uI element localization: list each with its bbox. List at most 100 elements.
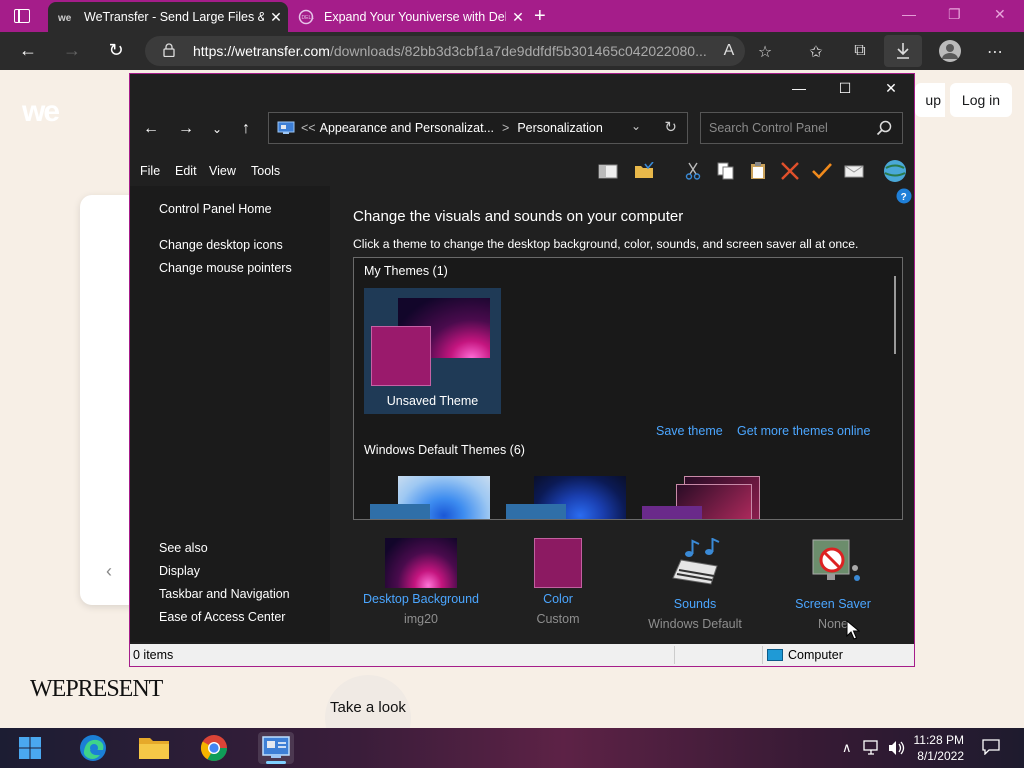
close-window-icon[interactable]: ✕ [868,80,914,97]
log-in-button[interactable]: Log in [950,83,1012,117]
search-box[interactable] [700,112,903,144]
desktop-background-setting[interactable]: Desktop Background img20 [351,538,491,626]
help-icon[interactable]: ? [896,188,912,204]
screen-saver-label[interactable]: Screen Saver [763,597,903,611]
menu-edit[interactable]: Edit [175,164,197,178]
tab-wetransfer[interactable]: we WeTransfer - Send Large Files & ✕ [48,2,288,32]
wepresent-logo[interactable]: WEPRESENT [30,676,163,703]
display-link[interactable]: Display [159,564,200,578]
theme-unsaved[interactable]: Unsaved Theme [364,288,501,414]
desktop-background-label[interactable]: Desktop Background [351,592,491,606]
carousel-prev-icon[interactable]: ‹ [106,561,112,582]
theme-label: Unsaved Theme [386,394,479,408]
folder-icon [139,738,169,759]
collections-icon[interactable]: ⧉ [847,42,873,60]
menu-tools[interactable]: Tools [251,164,280,178]
color-setting[interactable]: Color Custom [488,538,628,626]
more-options-icon[interactable]: ⋯ [982,42,1008,62]
taskbar-edge[interactable] [75,732,111,764]
up-arrow-icon[interactable]: ↑ [236,120,256,138]
profile-avatar-icon[interactable] [938,39,962,63]
recent-locations-chevron-icon[interactable]: ⌄ [207,122,227,136]
back-arrow-icon[interactable]: ← [141,120,161,138]
sounds-label[interactable]: Sounds [625,597,765,611]
menu-file[interactable]: File [140,164,160,178]
chevron-down-icon[interactable]: ⌄ [631,119,641,133]
forward-arrow-icon[interactable]: → [176,120,196,138]
search-icon[interactable] [876,120,892,136]
clock-time: 11:28 PM [913,733,964,747]
globe-icon[interactable] [882,159,908,183]
menu-view[interactable]: View [209,164,236,178]
copy-icon[interactable] [716,162,736,180]
control-panel-window: — ☐ ✕ ← → ⌄ ↑ << Appearance and Personal… [129,73,915,667]
screen-saver-setting[interactable]: Screen Saver None [763,538,903,631]
favorites-icon[interactable]: ✩ [803,42,829,62]
color-swatch [534,538,582,588]
forward-arrow-icon[interactable]: → [60,40,84,61]
sounds-setting[interactable]: Sounds Windows Default [625,537,765,631]
new-tab-button[interactable]: + [534,5,546,28]
mouse-cursor-icon [846,620,860,640]
close-tab-icon[interactable]: ✕ [506,9,530,26]
location-indicator: Computer [767,648,843,662]
taskbar-chrome[interactable] [196,732,232,764]
svg-text:we: we [58,13,72,24]
minimize-browser-icon[interactable]: — [902,6,916,22]
tab-actions-icon[interactable] [14,9,30,23]
paste-icon[interactable] [748,162,768,180]
theme-glow[interactable] [640,476,762,519]
breadcrumb-item-personalization[interactable]: Personalization [517,121,602,135]
favorite-star-icon[interactable]: ☆ [752,42,778,62]
themes-scrollbar[interactable] [894,276,896,354]
dell-favicon-icon: DELL [298,9,314,25]
search-input[interactable] [709,119,869,137]
theme-windows-dark[interactable] [504,476,626,519]
system-clock[interactable]: 11:28 PM 8/1/2022 [900,732,964,764]
email-icon[interactable] [844,162,864,180]
control-panel-home-link[interactable]: Control Panel Home [159,202,272,216]
network-icon[interactable] [863,740,881,756]
close-tab-icon[interactable]: ✕ [264,9,288,26]
breadcrumb-overflow[interactable]: << [301,121,316,135]
get-more-themes-link[interactable]: Get more themes online [737,424,870,438]
preview-pane-icon[interactable] [598,162,618,180]
folder-icon[interactable] [634,162,654,180]
color-label[interactable]: Color [488,592,628,606]
delete-icon[interactable] [780,162,800,180]
tab-dell[interactable]: DELL Expand Your Youniverse with Del ✕ [290,2,530,32]
address-bar[interactable]: https://wetransfer.com/downloads/82bb3d3… [145,36,745,66]
start-button[interactable] [12,732,48,764]
maximize-window-icon[interactable]: ☐ [822,80,868,97]
change-desktop-icons-link[interactable]: Change desktop icons [159,238,283,252]
ease-of-access-link[interactable]: Ease of Access Center [159,610,285,624]
save-theme-link[interactable]: Save theme [656,424,723,438]
taskbar-navigation-link[interactable]: Taskbar and Navigation [159,587,290,601]
close-browser-icon[interactable]: ✕ [994,6,1006,23]
downloads-button[interactable] [884,35,922,67]
taskbar-control-panel[interactable] [258,732,294,764]
my-themes-heading: My Themes (1) [364,264,448,278]
theme-windows-light[interactable] [368,476,490,519]
notification-center-icon[interactable] [982,739,1000,755]
wetransfer-logo[interactable]: we [22,95,60,129]
themes-list[interactable]: My Themes (1) Unsaved Theme Save theme G… [353,257,903,520]
refresh-icon[interactable]: ↻ [664,118,677,136]
change-mouse-pointers-link[interactable]: Change mouse pointers [159,261,292,275]
properties-check-icon[interactable] [812,162,832,180]
cut-icon[interactable] [683,162,703,180]
taskbar-file-explorer[interactable] [136,732,172,764]
breadcrumb-separator[interactable]: > [502,121,509,135]
theme-color-swatch [642,506,702,519]
minimize-window-icon[interactable]: — [776,80,822,96]
svg-text:?: ? [901,192,907,203]
sign-up-button[interactable]: up [915,83,945,117]
refresh-icon[interactable]: ↻ [104,40,128,61]
window-title-bar[interactable]: — ☐ ✕ [130,74,914,104]
read-aloud-icon[interactable]: A [716,42,742,60]
breadcrumb-item-appearance[interactable]: Appearance and Personalizat... [320,121,494,135]
back-arrow-icon[interactable]: ← [16,40,40,61]
show-hidden-icons-icon[interactable]: ∧ [842,740,852,756]
breadcrumb[interactable]: << Appearance and Personalizat... > Pers… [268,112,688,144]
restore-browser-icon[interactable]: ❐ [948,6,961,23]
